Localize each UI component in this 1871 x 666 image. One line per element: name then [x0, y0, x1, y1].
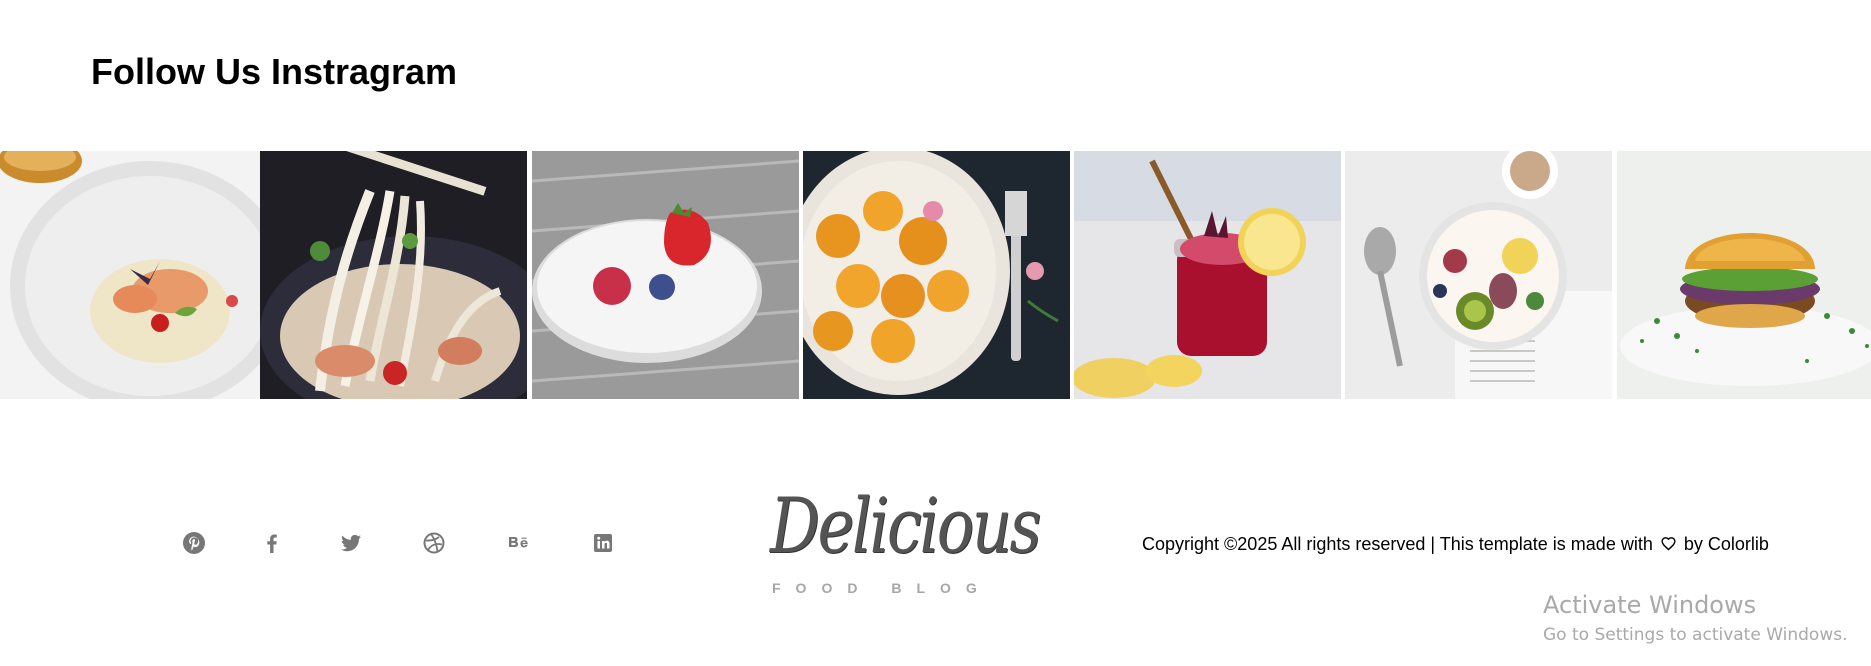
- pinterest-icon[interactable]: [179, 528, 209, 558]
- colorlib-link[interactable]: Colorlib: [1708, 534, 1769, 554]
- instagram-gallery: [0, 151, 1871, 399]
- instagram-image-5[interactable]: [1074, 151, 1341, 399]
- instagram-image-2[interactable]: [260, 151, 527, 399]
- instagram-image-4[interactable]: [803, 151, 1070, 399]
- activate-windows-watermark: Activate Windows Go to Settings to activ…: [1543, 591, 1848, 648]
- watermark-title: Activate Windows: [1543, 591, 1757, 619]
- dribbble-icon[interactable]: [419, 528, 449, 558]
- logo-subtitle: FOOD BLOG: [772, 580, 992, 596]
- instagram-image-3[interactable]: [532, 151, 799, 399]
- watermark-subtitle: Go to Settings to activate Windows.: [1543, 624, 1848, 645]
- instagram-image-6[interactable]: [1345, 151, 1612, 399]
- instagram-image-1[interactable]: [0, 151, 267, 399]
- instagram-image-7[interactable]: [1617, 151, 1871, 399]
- footer-logo[interactable]: Delicious FOOD BLOG: [760, 488, 1042, 600]
- facebook-icon[interactable]: [257, 528, 287, 558]
- twitter-icon[interactable]: [336, 528, 366, 558]
- logo-title: Delicious: [770, 481, 1042, 570]
- copyright-text: Copyright ©2025 All rights reserved | Th…: [1142, 534, 1769, 555]
- linkedin-icon[interactable]: [588, 528, 618, 558]
- instagram-section-title: Follow Us Instragram: [91, 51, 458, 92]
- copyright-prefix: Copyright ©2025 All rights reserved | Th…: [1142, 534, 1653, 554]
- copyright-by: by: [1683, 534, 1703, 554]
- behance-icon[interactable]: [504, 528, 534, 558]
- heart-icon: [1661, 537, 1676, 551]
